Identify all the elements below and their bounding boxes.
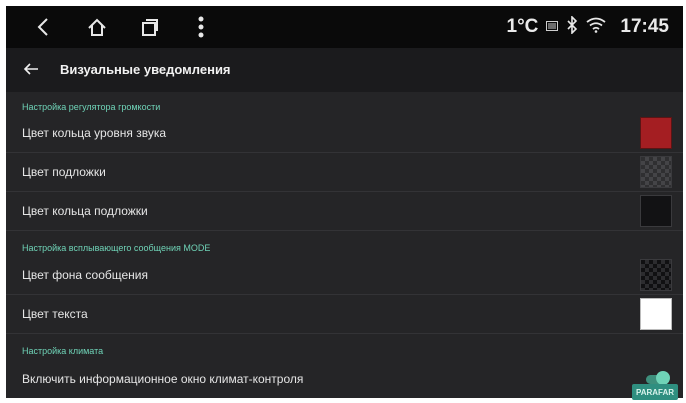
setting-label: Цвет текста: [22, 307, 88, 321]
recents-icon[interactable]: [138, 16, 160, 38]
setting-row-ring-color[interactable]: Цвет кольца уровня звука: [6, 114, 683, 153]
toggle-knob: [656, 371, 670, 385]
home-icon[interactable]: [86, 16, 108, 38]
setting-label: Цвет фона сообщения: [22, 268, 148, 282]
color-swatch-red[interactable]: [640, 117, 672, 149]
bluetooth-icon: [566, 14, 578, 39]
setting-label: Цвет кольца уровня звука: [22, 126, 166, 140]
section-climate-header: Настройка климата: [22, 346, 104, 356]
color-swatch-black[interactable]: [640, 195, 672, 227]
setting-row-background-color[interactable]: Цвет подложки: [6, 153, 683, 192]
settings-list: Настройка регулятора громкости Цвет коль…: [6, 92, 683, 398]
back-icon[interactable]: [34, 16, 52, 38]
color-swatch-white[interactable]: [640, 298, 672, 330]
app-bar: Визуальные уведомления: [6, 48, 683, 92]
clock-label: 17:45: [620, 16, 669, 37]
setting-label: Включить информационное окно климат-конт…: [22, 372, 304, 386]
arrow-back-icon[interactable]: [22, 60, 40, 78]
setting-row-message-bg-color[interactable]: Цвет фона сообщения: [6, 256, 683, 295]
page-title: Визуальные уведомления: [60, 62, 231, 77]
setting-row-text-color[interactable]: Цвет текста: [6, 295, 683, 334]
status-icons: 1°C 17:45: [506, 6, 669, 48]
screen: 1°C 17:45 Визуальные уведомления Настрой…: [6, 6, 683, 398]
setting-label: Цвет кольца подложки: [22, 204, 148, 218]
weather-icon: [546, 18, 559, 36]
setting-label: Цвет подложки: [22, 165, 106, 179]
more-vert-icon[interactable]: [194, 16, 208, 38]
temperature-label: 1°C: [506, 16, 539, 37]
color-swatch-dark-transparent[interactable]: [640, 259, 672, 291]
section-mode-header: Настройка всплывающего сообщения MODE: [22, 243, 211, 253]
setting-row-climate-window[interactable]: Включить информационное окно климат-конт…: [6, 360, 683, 398]
wifi-icon: [586, 17, 606, 38]
status-bar: 1°C 17:45: [6, 6, 683, 48]
setting-row-background-ring-color[interactable]: Цвет кольца подложки: [6, 192, 683, 231]
watermark-logo: PARAFAR: [632, 384, 678, 400]
color-swatch-transparent[interactable]: [640, 156, 672, 188]
section-volume-header: Настройка регулятора громкости: [22, 102, 161, 112]
